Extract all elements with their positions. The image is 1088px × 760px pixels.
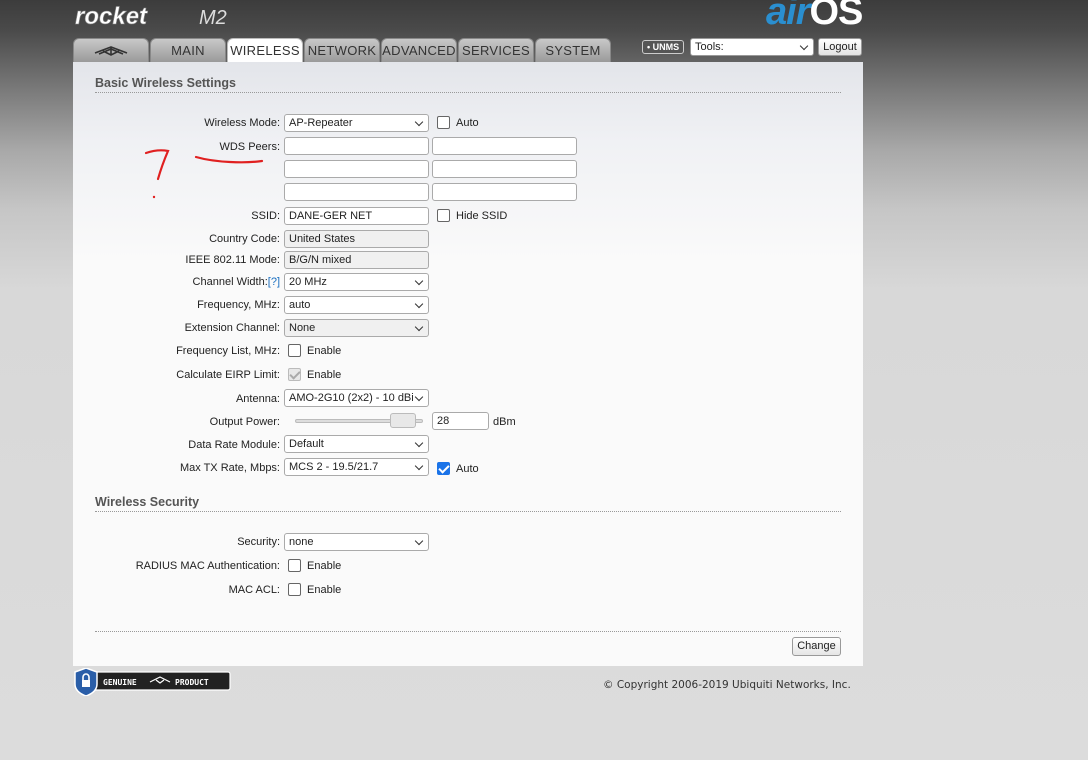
tab-logo[interactable] [73, 38, 149, 62]
tab-network[interactable]: NETWORK [304, 38, 380, 62]
label-max-tx-rate: Max TX Rate, Mbps: [179, 462, 280, 474]
logo-model: M2 [199, 7, 227, 29]
change-button[interactable]: Change [792, 637, 841, 656]
tab-system[interactable]: SYSTEM [535, 38, 611, 62]
tab-advanced[interactable]: ADVANCED [381, 38, 457, 62]
radius-mac-auth-checkbox[interactable] [288, 559, 301, 572]
label-wireless-mode: Wireless Mode: [204, 117, 280, 129]
red-annotation-scribble [144, 149, 264, 199]
label-frequency-list: Frequency List, MHz: [176, 345, 280, 357]
data-rate-module-select[interactable]: Default [284, 435, 429, 453]
unms-label: UNMS [652, 42, 680, 52]
extension-channel-select[interactable]: None [284, 319, 429, 337]
frequency-select[interactable]: auto [284, 296, 429, 314]
footer-divider [95, 631, 841, 632]
genuine-left-text: GENUINE [103, 678, 137, 687]
label-output-power: Output Power: [209, 416, 280, 428]
eirp-limit-checkbox[interactable] [288, 368, 301, 381]
genuine-right-text: PRODUCT [175, 678, 209, 687]
tools-dropdown[interactable]: Tools: [690, 38, 814, 56]
max-tx-rate-select[interactable]: MCS 2 - 19.5/21.7 [284, 458, 429, 476]
hide-ssid-checkbox[interactable] [437, 209, 450, 222]
output-power-unit: dBm [493, 416, 516, 428]
wds-peer-input-3[interactable] [284, 160, 429, 178]
logout-button[interactable]: Logout [818, 38, 862, 56]
wds-peer-input-2[interactable] [432, 137, 577, 155]
output-power-slider-handle[interactable] [389, 413, 416, 428]
ubiquiti-logo-icon [94, 46, 128, 56]
label-mac-acl: MAC ACL: [228, 584, 280, 596]
max-tx-auto-checkbox[interactable] [437, 462, 450, 475]
label-ssid: SSID: [251, 210, 280, 222]
wireless-mode-auto-label: Auto [456, 117, 479, 129]
brand-air: air [766, 0, 810, 33]
channel-width-select[interactable]: 20 MHz [284, 273, 429, 291]
wireless-mode-select[interactable]: AP-Repeater [284, 114, 429, 132]
output-power-input[interactable]: 28 [432, 412, 489, 430]
mac-acl-enable-label: Enable [307, 584, 342, 596]
section-wireless-security: Wireless Security [95, 495, 841, 512]
label-country-code: Country Code: [209, 233, 280, 245]
genuine-product-badge: GENUINE PRODUCT [74, 668, 231, 696]
wds-peer-input-6[interactable] [432, 183, 577, 201]
label-eirp-limit: Calculate EIRP Limit: [176, 369, 280, 381]
copyright-text: © Copyright 2006-2019 Ubiquiti Networks,… [603, 679, 851, 691]
unms-badge[interactable]: • UNMS [642, 40, 685, 54]
tab-wireless[interactable]: WIRELESS [227, 38, 303, 63]
airos-brand: airOS [766, 0, 863, 33]
channel-width-label-text: Channel Width: [192, 276, 268, 288]
tab-main[interactable]: MAIN [150, 38, 226, 62]
label-frequency: Frequency, MHz: [197, 299, 280, 311]
security-select[interactable]: none [284, 533, 429, 551]
rocket-m2-logo: rocket M2 [75, 3, 227, 30]
channel-width-help-link[interactable]: [?] [268, 276, 280, 288]
brand-os: OS [809, 0, 863, 33]
ieee-mode-field[interactable]: B/G/N mixed [284, 251, 429, 269]
label-data-rate-module: Data Rate Module: [188, 439, 280, 451]
hide-ssid-label: Hide SSID [456, 210, 508, 222]
label-security: Security: [237, 536, 280, 548]
antenna-select[interactable]: AMO-2G10 (2x2) - 10 dBi [284, 389, 429, 407]
wds-peer-input-5[interactable] [284, 183, 429, 201]
logo-text: rocket [75, 3, 148, 30]
label-extension-channel: Extension Channel: [184, 322, 280, 334]
tab-services[interactable]: SERVICES [458, 38, 534, 62]
label-ieee-mode: IEEE 802.11 Mode: [185, 254, 280, 266]
label-channel-width: Channel Width:[?] [0, 276, 280, 288]
label-antenna: Antenna: [235, 393, 280, 405]
radius-mac-auth-enable-label: Enable [307, 560, 342, 572]
label-radius-mac-auth: RADIUS MAC Authentication: [135, 560, 280, 572]
mac-acl-checkbox[interactable] [288, 583, 301, 596]
frequency-list-enable-label: Enable [307, 345, 342, 357]
wds-peer-input-1[interactable] [284, 137, 429, 155]
max-tx-auto-label: Auto [456, 463, 479, 475]
country-code-field[interactable]: United States [284, 230, 429, 248]
frequency-list-checkbox[interactable] [288, 344, 301, 357]
wireless-mode-auto-checkbox[interactable] [437, 116, 450, 129]
section-basic-wireless: Basic Wireless Settings [95, 76, 841, 93]
wds-peer-input-4[interactable] [432, 160, 577, 178]
eirp-limit-enable-label: Enable [307, 369, 342, 381]
ssid-input[interactable]: DANE-GER NET [284, 207, 429, 225]
